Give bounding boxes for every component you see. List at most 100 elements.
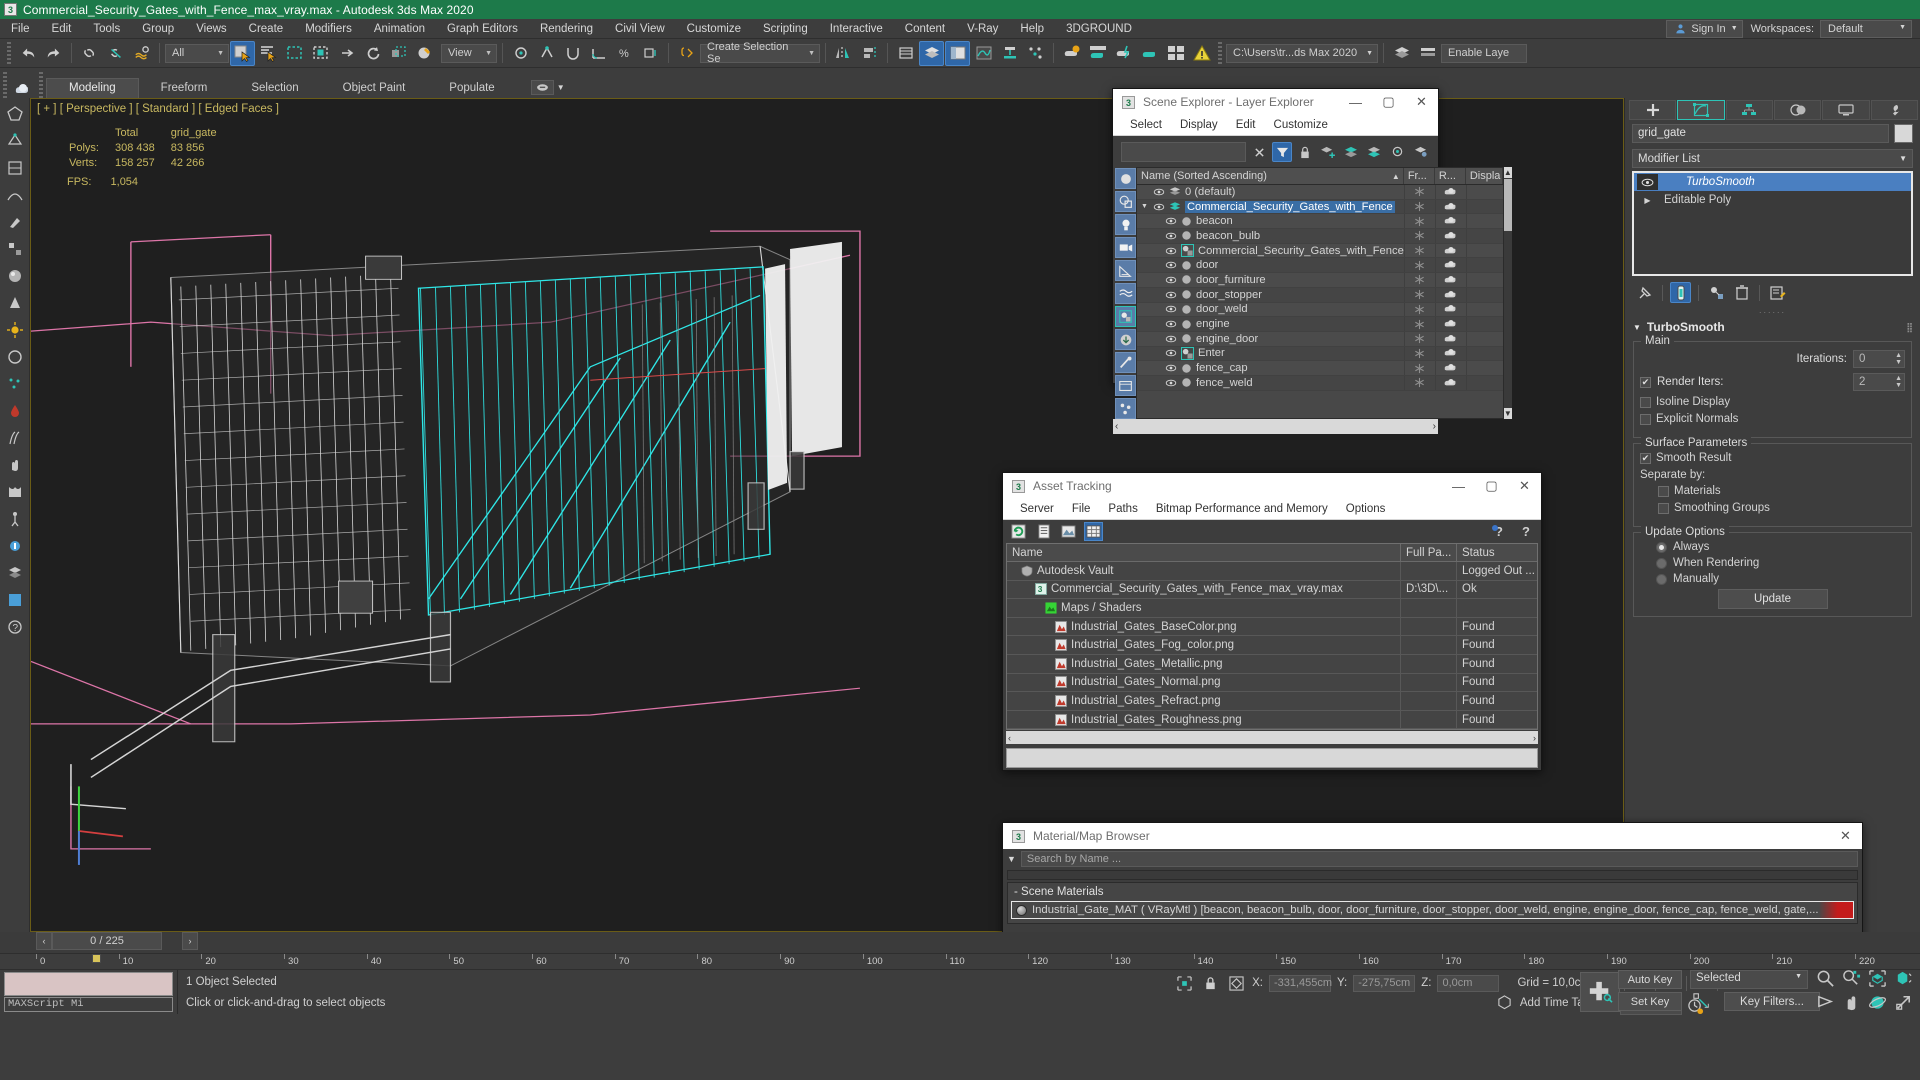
ribbon-tab-object-paint[interactable]: Object Paint <box>321 79 428 98</box>
sphere-filter-icon[interactable] <box>1115 168 1136 189</box>
maximize-button[interactable]: ▢ <box>1372 89 1405 115</box>
visibility-eye-icon[interactable] <box>1153 203 1165 211</box>
timeline-ruler[interactable]: 0 10 20 30 40 50 60 70 80 90 100 110 120 130 140 150 160… <box>0 953 1920 970</box>
scene-explorer-list[interactable]: Name (Sorted Ascending) ▲ Fr... R... Dis… <box>1136 167 1504 419</box>
select-object-button[interactable] <box>230 40 255 66</box>
menu-item-help[interactable]: Help <box>1009 19 1055 39</box>
asset-tracking-menu-bitmap-performance-and-memory[interactable]: Bitmap Performance and Memory <box>1147 499 1337 520</box>
reference-coordinate-system-select[interactable]: View ▼ <box>441 43 497 63</box>
selection-lock-region-icon[interactable] <box>1174 975 1194 991</box>
asset-row[interactable]: Autodesk Vault Logged Out ... <box>1007 562 1537 581</box>
configure-modifier-sets-button[interactable] <box>1767 282 1788 303</box>
renderable-cell[interactable] <box>1434 229 1466 243</box>
field-of-view-icon[interactable] <box>1812 990 1838 1014</box>
scene-explorer-row[interactable]: beacon_bulb <box>1137 229 1503 244</box>
rendered-frame-window-button[interactable] <box>1111 41 1136 66</box>
particles-icon[interactable] <box>3 372 27 396</box>
display-cell[interactable] <box>1465 199 1503 214</box>
update-option-manually[interactable]: Manually <box>1640 573 1905 585</box>
rollout-grip-icon[interactable]: ⣿ <box>1906 322 1914 333</box>
visibility-eye-icon[interactable] <box>1165 320 1177 328</box>
materials-row[interactable]: Materials <box>1640 485 1905 497</box>
display-cell[interactable] <box>1465 185 1503 199</box>
modeling-ribbon-icon[interactable] <box>3 156 27 180</box>
xrefs-filter-icon[interactable] <box>1115 329 1136 350</box>
menu-item-interactive[interactable]: Interactive <box>819 19 894 39</box>
scene-explorer-row[interactable]: door <box>1137 258 1503 274</box>
select-and-rotate-button[interactable] <box>360 41 385 66</box>
renderable-cell[interactable] <box>1434 361 1466 375</box>
freeze-cell[interactable] <box>1403 229 1435 243</box>
menu-item-3dground[interactable]: 3DGROUND <box>1055 19 1143 39</box>
zoom-extents-all-icon[interactable] <box>1890 966 1916 990</box>
ribbon-grip[interactable] <box>3 72 7 98</box>
scroll-up-icon[interactable]: ▲ <box>1503 167 1512 178</box>
make-unique-button[interactable] <box>1706 282 1727 303</box>
frame-next-button[interactable]: › <box>182 932 198 950</box>
asset-tracking-menu-server[interactable]: Server <box>1011 499 1063 520</box>
modifier-stack-item-editable-poly[interactable]: ▶ Editable Poly <box>1634 191 1911 209</box>
scene-explorer-row[interactable]: fence_weld <box>1137 375 1503 391</box>
menu-item-modifiers[interactable]: Modifiers <box>294 19 363 39</box>
materials-checkbox[interactable] <box>1658 485 1669 497</box>
material-editor-button[interactable] <box>1059 41 1084 66</box>
walkthrough-icon[interactable] <box>3 507 27 531</box>
object-name-field[interactable]: grid_gate <box>1632 124 1889 143</box>
frame-prev-button[interactable]: ‹ <box>36 932 52 950</box>
scene-explorer-search-input[interactable] <box>1121 142 1246 162</box>
mirror-button[interactable] <box>831 41 856 66</box>
soft-selection-icon[interactable] <box>3 183 27 207</box>
cloth-icon[interactable] <box>3 480 27 504</box>
renderable-cell[interactable] <box>1434 273 1466 287</box>
material-search-input[interactable]: Search by Name ... <box>1020 851 1858 867</box>
z-coordinate-field[interactable]: 0,0cm <box>1437 974 1500 992</box>
renderable-cell[interactable] <box>1434 375 1466 390</box>
menu-item-animation[interactable]: Animation <box>363 19 436 39</box>
ribbon-tab-freeform[interactable]: Freeform <box>139 79 230 98</box>
freeze-cell[interactable] <box>1403 331 1435 346</box>
key-mode-toggle-icon[interactable] <box>1690 992 1714 1010</box>
particles-filter-icon[interactable] <box>1115 398 1136 419</box>
display-cell[interactable] <box>1465 375 1503 390</box>
asset-row[interactable]: Industrial_Gates_Refract.png Found <box>1007 692 1537 711</box>
layer-properties-icon[interactable] <box>1410 142 1430 162</box>
display-cell[interactable] <box>1465 287 1503 302</box>
menu-item-v-ray[interactable]: V-Ray <box>956 19 1009 39</box>
visibility-eye-icon[interactable] <box>1165 232 1177 240</box>
render-iters-spinner[interactable]: 2 ▲ ▼ <box>1853 373 1905 391</box>
display-cell[interactable] <box>1465 361 1503 375</box>
renderable-cell[interactable] <box>1434 331 1466 346</box>
set-key-toggle-button[interactable] <box>1580 972 1620 1012</box>
workspace-select[interactable]: Default ▼ <box>1820 19 1912 38</box>
renderable-cell[interactable] <box>1434 214 1466 229</box>
add-time-tag-area[interactable]: Add Time Tag <box>1497 995 1590 1010</box>
scene-explorer-row[interactable]: beacon <box>1137 214 1503 230</box>
radio-always-icon[interactable] <box>1656 541 1667 553</box>
asset-row[interactable]: Industrial_Gates_Normal.png Found <box>1007 673 1537 693</box>
asset-table-hscrollbar[interactable]: ‹ › <box>1006 731 1538 745</box>
visibility-eye-icon[interactable] <box>1165 335 1177 343</box>
add-layer-icon[interactable] <box>1318 142 1338 162</box>
asset-tracking-menu-file[interactable]: File <box>1063 499 1100 520</box>
sign-in-button[interactable]: Sign In ▼ <box>1666 19 1743 38</box>
select-and-move-button[interactable] <box>334 41 359 66</box>
show-end-result-button[interactable] <box>1670 282 1691 303</box>
lights-filter-icon[interactable] <box>1115 214 1136 235</box>
bitmap-view-icon[interactable] <box>1059 522 1078 541</box>
tab-hierarchy[interactable] <box>1725 100 1773 120</box>
expand-arrow-icon[interactable]: ▶ <box>1637 196 1658 205</box>
menu-item-scripting[interactable]: Scripting <box>752 19 819 39</box>
render-setup-button[interactable] <box>1085 41 1110 66</box>
time-slider-handle[interactable] <box>92 954 101 963</box>
maximize-button[interactable]: ▢ <box>1475 473 1508 499</box>
asset-row[interactable]: Industrial_Gates_Roughness.png Found <box>1007 710 1537 730</box>
list-view-icon[interactable] <box>1034 522 1053 541</box>
tab-display[interactable] <box>1822 100 1870 120</box>
column-name[interactable]: Name (Sorted Ascending) ▲ <box>1137 168 1404 184</box>
scene-explorer-vscrollbar[interactable]: ▲ ▼ <box>1503 167 1512 419</box>
minimize-button[interactable]: — <box>1442 473 1475 499</box>
freeze-cell[interactable] <box>1403 302 1435 317</box>
pin-stack-button[interactable] <box>1634 282 1655 303</box>
minimize-button[interactable]: — <box>1339 89 1372 115</box>
clear-search-icon[interactable] <box>1249 142 1269 162</box>
